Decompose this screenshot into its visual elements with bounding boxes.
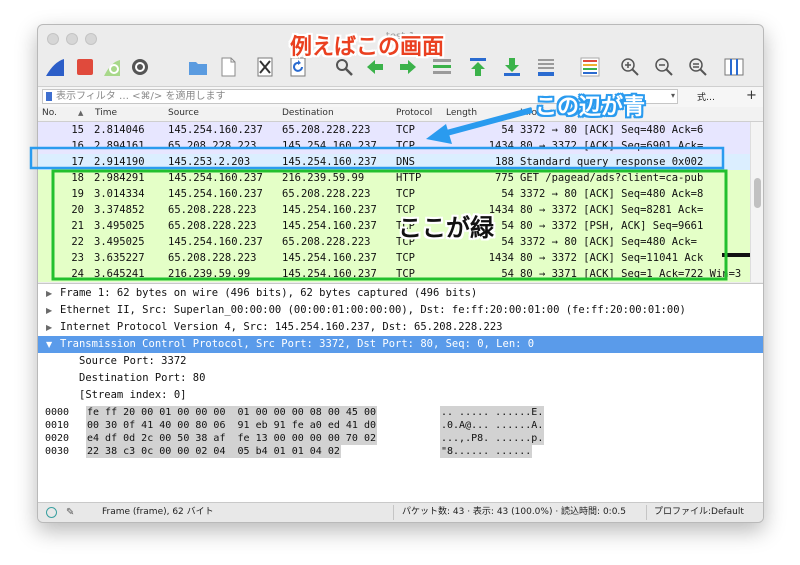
dns-row-blue-highlight [29,146,725,170]
annotation-overlay [29,107,728,281]
annotation-blue-label: この辺が青 [535,95,646,120]
annotation-arrow [442,107,533,137]
annotation-arrow-head [426,124,452,144]
green-rows-highlight [51,169,728,281]
annotation-green-label: ここが緑 [398,214,494,242]
annotation-title: 例えばこの画面 [290,35,445,60]
